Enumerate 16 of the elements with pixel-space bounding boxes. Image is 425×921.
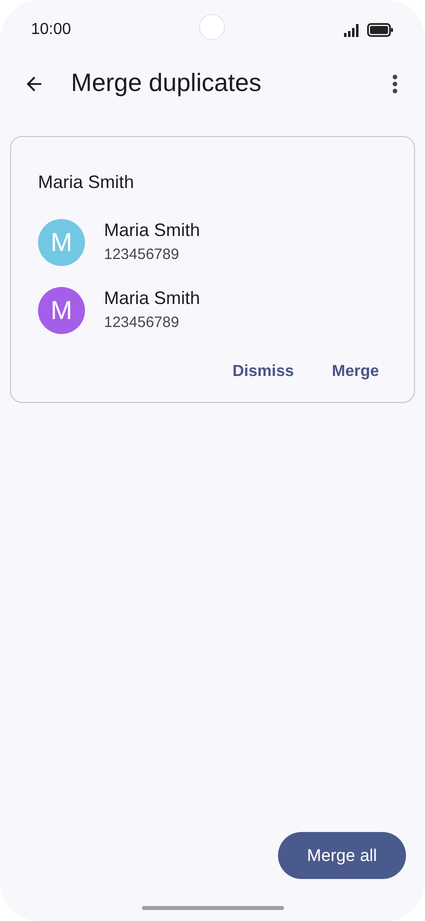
card-action-button[interactable]: Merge	[324, 354, 387, 390]
contact-name: Maria Smith	[104, 287, 200, 310]
contact-avatar: M	[38, 286, 85, 334]
contact-avatar: M	[38, 218, 85, 266]
status-time: 10:00	[31, 20, 72, 40]
page-title: Merge duplicates	[71, 68, 262, 100]
card-action-button[interactable]: Dismiss	[224, 354, 302, 390]
contact-number: 123456789	[104, 313, 180, 333]
signal-icon	[344, 24, 361, 36]
merge-all-button[interactable]: Merge all	[278, 832, 406, 879]
card-title: Maria Smith	[38, 171, 136, 194]
more-vertical-icon	[392, 74, 398, 94]
contact-number: 123456789	[104, 245, 180, 265]
camera-cutout-icon	[199, 14, 225, 40]
battery-icon	[367, 23, 394, 37]
contact-name: Maria Smith	[104, 219, 200, 242]
